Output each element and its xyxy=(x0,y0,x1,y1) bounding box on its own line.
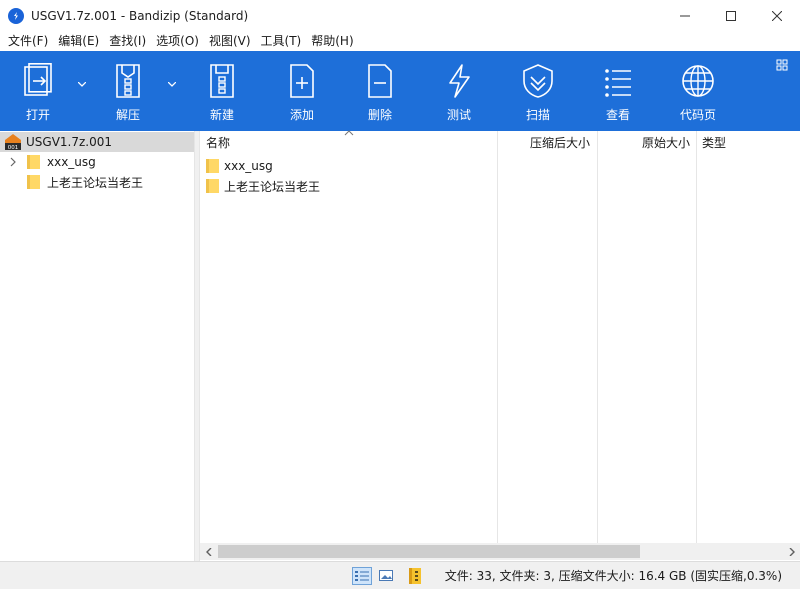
file-list: 名称 压缩后大小 原始大小 类型 xxx_usg 上老王论坛当老王 xyxy=(200,130,800,561)
tree-folder-label: 上老王论坛当老王 xyxy=(47,175,144,190)
folder-icon xyxy=(206,179,219,193)
toolbar: 打开 解压 新建 添加 删除 测试 扫描 查看 代码页 xyxy=(0,51,800,131)
archive-file-icon: 001 xyxy=(5,134,21,151)
extract-dropdown[interactable] xyxy=(165,77,179,91)
maximize-button[interactable] xyxy=(708,0,754,31)
menu-edit[interactable]: 编辑(E) xyxy=(54,31,103,51)
list-row-name: xxx_usg xyxy=(224,159,273,173)
delete-label: 删除 xyxy=(367,108,392,122)
test-button[interactable]: 测试 xyxy=(427,51,491,131)
list-header: 名称 压缩后大小 原始大小 类型 xyxy=(200,130,800,155)
bandizip-app-icon xyxy=(8,7,24,24)
extract-label: 解压 xyxy=(115,108,140,122)
chevron-right-icon xyxy=(789,547,795,556)
tree-item-archive-root[interactable]: 001 USGV1.7z.001 xyxy=(0,132,194,152)
new-button[interactable]: 新建 xyxy=(190,51,254,131)
codepage-button[interactable]: 代码页 xyxy=(666,51,730,131)
window-title: USGV1.7z.001 - Bandizip (Standard) xyxy=(31,8,249,23)
tree-root-label: USGV1.7z.001 xyxy=(26,135,113,149)
list-row[interactable]: 上老王论坛当老王 xyxy=(206,176,320,196)
open-archive-icon xyxy=(24,63,52,96)
folder-icon xyxy=(27,155,40,169)
scan-button[interactable]: 扫描 xyxy=(506,51,570,131)
new-label: 新建 xyxy=(209,108,234,122)
details-view-icon[interactable] xyxy=(352,567,372,585)
archive-book-icon[interactable] xyxy=(407,567,423,585)
title-bar: USGV1.7z.001 - Bandizip (Standard) xyxy=(0,0,800,31)
extract-zip-icon xyxy=(116,64,140,98)
folder-icon xyxy=(206,159,219,173)
column-divider xyxy=(497,131,498,543)
minimize-icon xyxy=(680,15,690,16)
test-label: 测试 xyxy=(446,108,471,122)
open-dropdown[interactable] xyxy=(75,77,89,91)
chevron-right-icon[interactable] xyxy=(9,157,17,167)
scroll-left-button[interactable] xyxy=(200,543,217,560)
folder-icon xyxy=(27,175,40,189)
maximize-icon xyxy=(726,10,736,21)
menu-help[interactable]: 帮助(H) xyxy=(307,31,357,51)
status-bar: 文件: 33, 文件夹: 3, 压缩文件大小: 16.4 GB (固实压缩,0.… xyxy=(0,561,800,589)
tree-folder-label: xxx_usg xyxy=(47,155,96,169)
column-divider xyxy=(597,131,598,543)
list-icon xyxy=(605,69,631,97)
delete-file-icon xyxy=(368,64,392,98)
column-divider xyxy=(696,131,697,543)
column-header-name[interactable]: 名称 xyxy=(206,131,230,155)
view-label: 查看 xyxy=(605,108,630,122)
archive-badge-text: 001 xyxy=(8,145,19,151)
add-file-icon xyxy=(290,64,314,98)
extract-button[interactable]: 解压 xyxy=(96,51,160,131)
lightning-icon xyxy=(449,64,470,98)
add-label: 添加 xyxy=(289,108,314,122)
menu-options[interactable]: 选项(O) xyxy=(152,31,203,51)
close-icon xyxy=(772,10,782,21)
close-button[interactable] xyxy=(754,0,800,31)
menu-file[interactable]: 文件(F) xyxy=(4,31,52,51)
column-header-original-size[interactable]: 原始大小 xyxy=(642,131,690,155)
scroll-right-button[interactable] xyxy=(783,543,800,560)
delete-button[interactable]: 删除 xyxy=(348,51,412,131)
column-header-packed-size[interactable]: 压缩后大小 xyxy=(530,131,590,155)
chevron-down-icon xyxy=(78,81,86,87)
chevron-down-icon xyxy=(168,81,176,87)
list-row[interactable]: xxx_usg xyxy=(206,156,273,176)
sort-ascending-icon xyxy=(344,130,354,136)
status-summary: 文件: 33, 文件夹: 3, 压缩文件大小: 16.4 GB (固实压缩,0.… xyxy=(444,569,782,583)
thumbnail-view-icon[interactable] xyxy=(378,567,394,583)
list-row-name: 上老王论坛当老王 xyxy=(224,179,321,194)
menu-bar: 文件(F) 编辑(E) 查找(I) 选项(O) 视图(V) 工具(T) 帮助(H… xyxy=(0,31,800,51)
layout-grid-button[interactable] xyxy=(776,59,788,71)
add-button[interactable]: 添加 xyxy=(270,51,334,131)
open-label: 打开 xyxy=(25,108,50,122)
scrollbar-thumb[interactable] xyxy=(218,545,640,558)
tree-item-folder[interactable]: xxx_usg xyxy=(0,152,194,172)
minimize-button[interactable] xyxy=(662,0,708,31)
tree-item-folder[interactable]: 上老王论坛当老王 xyxy=(0,172,194,192)
open-button[interactable]: 打开 xyxy=(6,51,70,131)
new-archive-icon xyxy=(210,64,234,98)
chevron-left-icon xyxy=(205,547,211,556)
column-header-type[interactable]: 类型 xyxy=(702,131,726,155)
codepage-label: 代码页 xyxy=(679,108,716,122)
view-button[interactable]: 查看 xyxy=(586,51,650,131)
scan-label: 扫描 xyxy=(525,108,550,122)
globe-icon xyxy=(682,65,714,97)
menu-view[interactable]: 视图(V) xyxy=(205,31,255,51)
menu-find[interactable]: 查找(I) xyxy=(105,31,150,51)
horizontal-scrollbar[interactable] xyxy=(200,543,800,560)
menu-tools[interactable]: 工具(T) xyxy=(257,31,306,51)
shield-icon xyxy=(523,64,553,98)
folder-tree: 001 USGV1.7z.001 xxx_usg 上老王论坛当老王 xyxy=(0,131,194,561)
grid-icon xyxy=(776,59,788,71)
